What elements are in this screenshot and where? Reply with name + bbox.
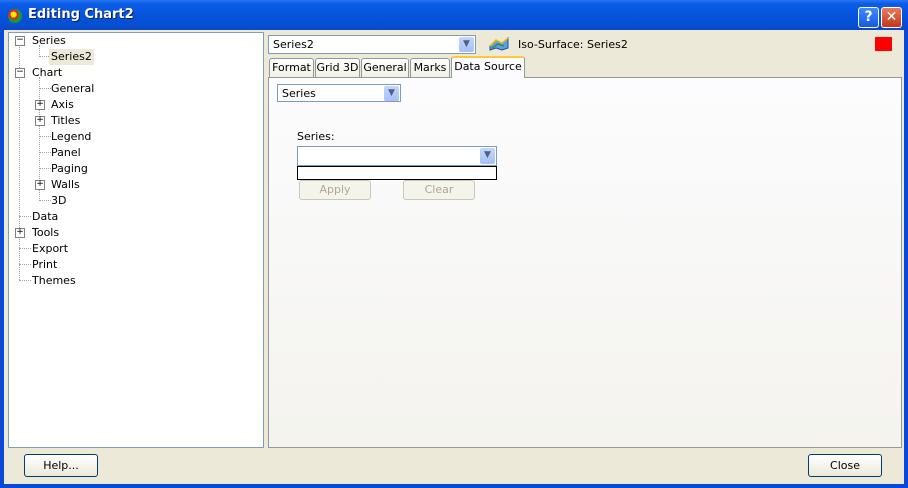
series-dropdown-value: Series2 — [273, 38, 314, 51]
tree-item-paging[interactable]: Paging — [51, 161, 88, 177]
source-series-label: Series: — [297, 130, 335, 143]
data-source-type-dropdown[interactable]: Series ▼ — [277, 84, 401, 102]
tree-line — [19, 280, 31, 281]
source-series-label-text: Series: — [297, 130, 335, 143]
tree-line — [19, 216, 31, 217]
help-icon[interactable]: ? — [858, 7, 879, 28]
series-dropdown[interactable]: Series2 ▼ — [268, 35, 476, 54]
dialog-client-area: − Series Series2 − Chart General + Axis … — [4, 30, 904, 484]
expand-icon[interactable]: + — [35, 116, 45, 126]
close-button[interactable]: Close — [808, 454, 882, 477]
close-icon[interactable]: ✕ — [881, 7, 902, 28]
tab-format[interactable]: Format — [269, 58, 314, 77]
tree-item-legend[interactable]: Legend — [51, 129, 91, 145]
tab-marks[interactable]: Marks — [410, 58, 450, 77]
source-series-dropdown[interactable]: ▼ — [297, 146, 497, 166]
tree-item-axis[interactable]: Axis — [51, 97, 74, 113]
tree-line — [39, 88, 51, 89]
data-source-type-value: Series — [282, 87, 316, 100]
dialog-window: Editing Chart2 ? ✕ − Series Series2 − Ch… — [0, 0, 908, 488]
tab-grid-3d[interactable]: Grid 3D — [315, 58, 360, 77]
title-bar[interactable]: Editing Chart2 ? ✕ — [0, 0, 908, 30]
expand-icon[interactable]: + — [35, 100, 45, 110]
tab-general[interactable]: General — [361, 58, 409, 77]
tree-item-data[interactable]: Data — [32, 209, 58, 225]
tree-item-chart[interactable]: Chart — [32, 65, 62, 81]
tree-line — [19, 45, 20, 280]
data-source-panel: Series ▼ Series: ▼ Apply Clear — [268, 77, 902, 448]
tree-line — [19, 248, 31, 249]
tree-item-panel[interactable]: Panel — [51, 145, 81, 161]
expand-icon[interactable]: + — [15, 228, 25, 238]
tab-data-source[interactable]: Data Source — [451, 56, 525, 78]
tree-item-export[interactable]: Export — [32, 241, 68, 257]
tree-item-titles[interactable]: Titles — [51, 113, 80, 129]
editor-tree[interactable]: − Series Series2 − Chart General + Axis … — [8, 32, 264, 448]
tree-line — [39, 168, 51, 169]
expand-icon[interactable]: + — [35, 180, 45, 190]
source-series-dropdown-list[interactable] — [297, 166, 497, 180]
tree-line — [39, 152, 51, 153]
collapse-icon[interactable]: − — [15, 36, 25, 46]
series-type-label: Iso-Surface: Series2 — [518, 38, 628, 51]
window-title: Editing Chart2 — [28, 7, 134, 22]
tree-item-series2[interactable]: Series2 — [49, 49, 94, 65]
app-icon — [8, 9, 22, 23]
tree-line — [19, 264, 31, 265]
tree-item-series[interactable]: Series — [32, 33, 66, 49]
apply-button[interactable]: Apply — [299, 180, 371, 200]
tree-item-themes[interactable]: Themes — [32, 273, 76, 289]
iso-surface-icon[interactable] — [488, 36, 510, 52]
tree-item-tools[interactable]: Tools — [32, 225, 59, 241]
tree-line — [39, 200, 51, 201]
tree-item-3d[interactable]: 3D — [51, 193, 66, 209]
chevron-down-icon[interactable]: ▼ — [480, 148, 495, 164]
help-button[interactable]: Help... — [24, 454, 98, 477]
tree-item-print[interactable]: Print — [32, 257, 57, 273]
chevron-down-icon[interactable]: ▼ — [384, 86, 399, 101]
tree-item-general[interactable]: General — [51, 81, 94, 97]
chevron-down-icon[interactable]: ▼ — [459, 37, 474, 52]
clear-button[interactable]: Clear — [403, 180, 475, 200]
series-color-swatch[interactable] — [875, 37, 892, 51]
tree-line — [39, 136, 51, 137]
tree-item-walls[interactable]: Walls — [51, 177, 80, 193]
collapse-icon[interactable]: − — [15, 68, 25, 78]
